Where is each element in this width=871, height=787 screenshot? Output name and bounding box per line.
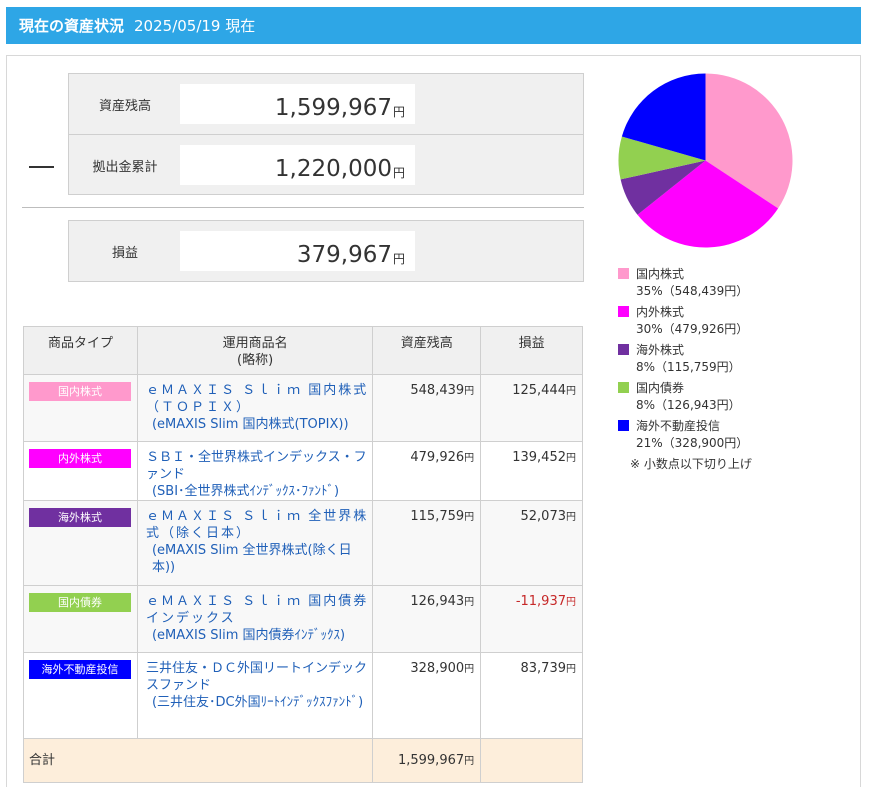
col-header-type: 商品タイプ	[23, 326, 138, 375]
type-badge: 国内株式	[29, 382, 131, 401]
pnl-label: 損益	[111, 245, 138, 261]
contribution-value-box: 1,220,000 円	[180, 145, 415, 185]
contribution-label: 拠出金累計	[92, 159, 158, 175]
legend-value: 30%（479,926円）	[636, 322, 749, 336]
total-row: 合計 1,599,967円	[22, 738, 583, 783]
col-header-name-line2: (略称)	[237, 353, 274, 368]
legend-swatch	[618, 344, 629, 355]
balance-row: 資産残高 1,599,967 円	[69, 74, 583, 134]
balance-value: 1,599,967	[274, 95, 392, 121]
col-header-balance: 資産残高	[372, 326, 482, 375]
yen-unit: 円	[392, 166, 405, 180]
legend-value: 21%（328,900円）	[636, 436, 749, 450]
legend-value: 8%（115,759円）	[636, 360, 741, 374]
fund-balance: 548,439	[410, 383, 465, 398]
table-row: 国内株式 ｅＭＡＸＩＳ Ｓｌｉｍ 国内株式（ＴＯＰＩＸ） (eMAXIS Sli…	[23, 374, 583, 442]
rounding-note: ※ 小数点以下切り上げ	[630, 457, 752, 471]
table-row: 国内債券 ｅＭＡＸＩＳ Ｓｌｉｍ 国内債券インデックス (eMAXIS Slim…	[23, 585, 583, 653]
summary-divider	[22, 207, 584, 208]
pnl-summary: 損益 379,967 円	[68, 220, 584, 282]
allocation-pie-chart	[618, 73, 793, 248]
legend-swatch	[618, 268, 629, 279]
type-badge: 内外株式	[29, 449, 131, 468]
pnl-value: 379,967	[296, 242, 392, 268]
legend-item: 内外株式 30%（479,926円）	[618, 304, 752, 338]
fund-balance: 115,759	[410, 509, 465, 524]
fund-abbr: (eMAXIS Slim 国内株式(TOPIX))	[151, 417, 349, 432]
table-row: 海外株式 ｅＭＡＸＩＳ Ｓｌｉｍ 全世界株式（除く日本） (eMAXIS Sli…	[23, 500, 583, 586]
col-header-name: 運用商品名 (略称)	[136, 326, 374, 375]
balance-summary: 資産残高 1,599,967 円 拠出金累計 1,220,000 円	[68, 73, 584, 195]
type-badge: 海外株式	[29, 508, 131, 527]
legend-label: 国内債券	[636, 381, 685, 395]
fund-name-link[interactable]: ｅＭＡＸＩＳ Ｓｌｉｍ 国内債券インデックス	[146, 593, 368, 627]
minus-sign	[29, 166, 54, 168]
table-row: 内外株式 ＳＢＩ・全世界株式インデックス・ファンド (SBI･全世界株式ｲﾝﾃﾞ…	[23, 441, 583, 501]
contribution-value: 1,220,000	[274, 156, 392, 182]
fund-pnl: 139,452	[512, 450, 566, 465]
legend-item: 国内株式 35%（548,439円）	[618, 266, 752, 300]
fund-name-link[interactable]: ｅＭＡＸＩＳ Ｓｌｉｍ 全世界株式（除く日本）	[146, 508, 368, 542]
fund-abbr: (eMAXIS Slim 国内債券ｲﾝﾃﾞｯｸｽ)	[151, 628, 346, 643]
legend-item: 海外株式 8%（115,759円）	[618, 342, 752, 376]
legend-value: 35%（548,439円）	[636, 284, 749, 298]
legend-item: 海外不動産投信 21%（328,900円）	[618, 418, 752, 452]
total-balance: 1,599,967	[397, 752, 465, 768]
legend-label: 海外不動産投信	[636, 419, 721, 433]
page-title: 現在の資産状況	[19, 17, 125, 35]
fund-balance: 126,943	[410, 594, 465, 609]
total-pnl-empty	[480, 738, 583, 783]
fund-abbr: (三井住友･DC外国ﾘｰﾄｲﾝﾃﾞｯｸｽﾌｧﾝﾄﾞ)	[151, 695, 364, 710]
fund-pnl: -11,937	[515, 594, 566, 609]
table-header-row: 商品タイプ 運用商品名 (略称) 資産残高 損益	[23, 326, 583, 375]
legend-label: 内外株式	[636, 305, 685, 319]
legend-value: 8%（126,943円）	[636, 398, 741, 412]
fund-pnl: 83,739	[520, 661, 567, 676]
legend-swatch	[618, 420, 629, 431]
legend-swatch	[618, 382, 629, 393]
fund-balance: 479,926	[410, 450, 465, 465]
contribution-row: 拠出金累計 1,220,000 円	[69, 134, 583, 194]
fund-pnl: 125,444	[512, 383, 566, 398]
fund-name-link[interactable]: ｅＭＡＸＩＳ Ｓｌｉｍ 国内株式（ＴＯＰＩＸ）	[146, 382, 368, 416]
total-label: 合計	[22, 738, 374, 783]
balance-label: 資産残高	[98, 98, 151, 114]
fund-abbr: (SBI･全世界株式ｲﾝﾃﾞｯｸｽ･ﾌｧﾝﾄﾞ)	[151, 484, 340, 499]
fund-name-link[interactable]: 三井住友・ＤＣ外国リートインデックスファンド	[146, 660, 368, 694]
col-header-pnl: 損益	[480, 326, 583, 375]
fund-abbr: (eMAXIS Slim 全世界株式(除く日本))	[151, 543, 352, 575]
legend-label: 国内株式	[636, 267, 685, 281]
pnl-value-box: 379,967 円	[180, 231, 415, 271]
legend-label: 海外株式	[636, 343, 685, 357]
col-header-name-line1: 運用商品名	[222, 336, 288, 351]
fund-balance: 328,900	[410, 661, 465, 676]
pie-legend: 国内株式 35%（548,439円） 内外株式 30%（479,926円） 海外株式…	[618, 266, 752, 473]
pnl-row: 損益 379,967 円	[69, 221, 583, 281]
yen-unit: 円	[392, 252, 405, 266]
page-header: 現在の資産状況 2025/05/19 現在	[6, 7, 861, 44]
holdings-table: 商品タイプ 運用商品名 (略称) 資産残高 損益 国内株式 ｅＭＡＸＩＳ Ｓｌｉ…	[22, 326, 583, 783]
fund-name-link[interactable]: ＳＢＩ・全世界株式インデックス・ファンド	[146, 449, 368, 483]
as-of-date: 2025/05/19 現在	[134, 17, 256, 35]
type-badge: 国内債券	[29, 593, 131, 612]
balance-value-box: 1,599,967 円	[180, 84, 415, 124]
fund-pnl: 52,073	[520, 509, 567, 524]
yen-unit: 円	[392, 105, 405, 119]
table-row: 海外不動産投信 三井住友・ＤＣ外国リートインデックスファンド (三井住友･DC外…	[23, 652, 583, 739]
legend-swatch	[618, 306, 629, 317]
type-badge: 海外不動産投信	[29, 660, 131, 679]
legend-item: 国内債券 8%（126,943円）	[618, 380, 752, 414]
